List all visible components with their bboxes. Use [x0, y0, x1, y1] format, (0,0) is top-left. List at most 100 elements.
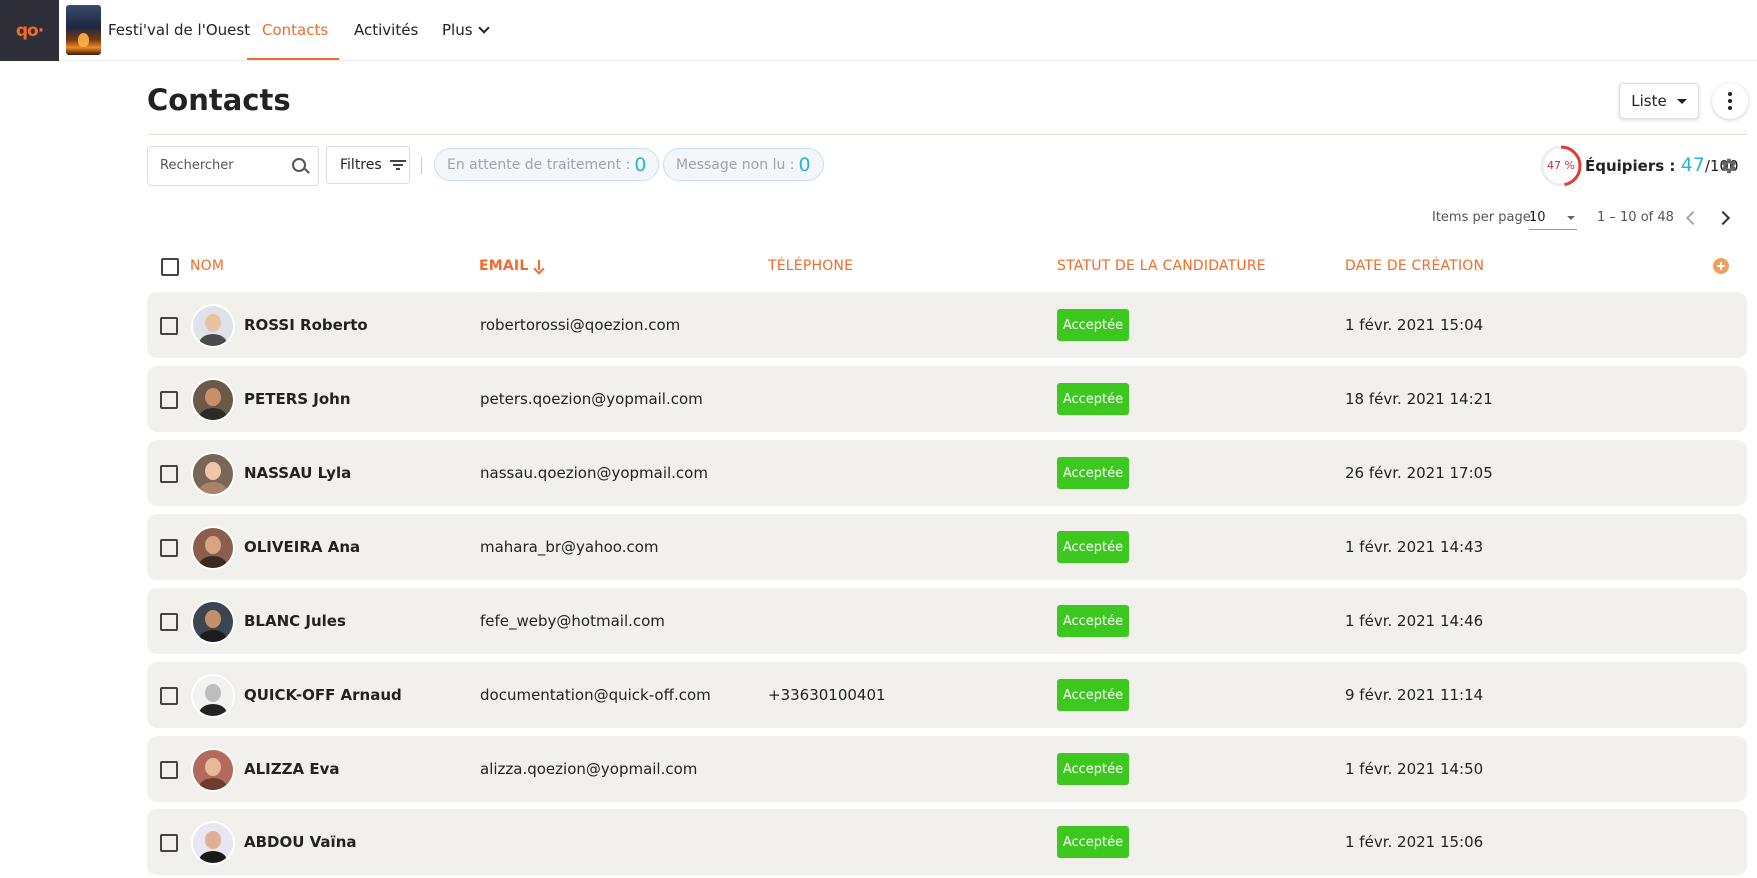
- created-date: 1 févr. 2021 14:50: [1345, 760, 1484, 778]
- row-checkbox[interactable]: [160, 317, 178, 335]
- status-badge: Acceptée: [1057, 753, 1129, 785]
- avatar[interactable]: [191, 674, 235, 718]
- event-thumbnail[interactable]: [66, 5, 101, 55]
- chevron-down-icon: [477, 22, 490, 34]
- contact-phone: +33630100401: [768, 686, 886, 704]
- row-checkbox[interactable]: [160, 465, 178, 483]
- created-date: 18 févr. 2021 14:21: [1345, 390, 1493, 408]
- column-header-name[interactable]: NOM: [190, 258, 224, 274]
- column-header-date[interactable]: DATE DE CRÉATION: [1345, 258, 1484, 274]
- contact-name[interactable]: ALIZZA Eva: [244, 760, 339, 778]
- pending-count: 0: [634, 153, 647, 176]
- nav-activities[interactable]: Activités: [354, 21, 418, 39]
- table-row[interactable]: ABDOU Vaïna Acceptée 1 févr. 2021 15:06: [147, 809, 1747, 875]
- avatar[interactable]: [191, 378, 235, 422]
- created-date: 1 févr. 2021 14:43: [1345, 538, 1484, 556]
- contact-email: peters.qoezion@yopmail.com: [480, 390, 703, 408]
- table-row[interactable]: ALIZZA Eva alizza.qoezion@yopmail.com Ac…: [147, 736, 1747, 802]
- row-checkbox[interactable]: [160, 761, 178, 779]
- row-checkbox[interactable]: [160, 834, 178, 852]
- contact-email: nassau.qoezion@yopmail.com: [480, 464, 708, 482]
- equipment-count: Équipiers : 47/100: [1585, 154, 1739, 176]
- created-date: 26 févr. 2021 17:05: [1345, 464, 1493, 482]
- contact-name[interactable]: ROSSI Roberto: [244, 316, 368, 334]
- created-date: 1 févr. 2021 14:46: [1345, 612, 1484, 630]
- avatar[interactable]: [191, 821, 235, 865]
- column-header-email[interactable]: EMAIL: [479, 258, 544, 274]
- avatar[interactable]: [191, 304, 235, 348]
- contact-name[interactable]: PETERS John: [244, 390, 351, 408]
- table-row[interactable]: BLANC Jules fefe_weby@hotmail.com Accept…: [147, 588, 1747, 654]
- equipment-label: Équipiers :: [1585, 157, 1676, 175]
- row-checkbox[interactable]: [160, 613, 178, 631]
- previous-page-icon[interactable]: [1685, 210, 1701, 226]
- contact-name[interactable]: OLIVEIRA Ana: [244, 538, 360, 556]
- avatar[interactable]: [191, 600, 235, 644]
- status-badge: Acceptée: [1057, 309, 1129, 341]
- search-field[interactable]: [147, 146, 319, 186]
- pending-label: En attente de traitement :: [447, 156, 631, 173]
- nav-active-indicator: [247, 58, 339, 60]
- event-name[interactable]: Festi'val de l'Ouest: [108, 21, 250, 39]
- page-size-value: 10: [1529, 210, 1546, 225]
- search-icon[interactable]: [292, 158, 306, 172]
- app-logo[interactable]: qo·: [0, 0, 59, 61]
- status-badge: Acceptée: [1057, 679, 1129, 711]
- top-navbar: qo· Festi'val de l'Ouest Contacts Activi…: [0, 0, 1757, 61]
- status-badge: Acceptée: [1057, 531, 1129, 563]
- avatar[interactable]: [191, 526, 235, 570]
- status-badge: Acceptée: [1057, 383, 1129, 415]
- row-checkbox[interactable]: [160, 539, 178, 557]
- contact-email: mahara_br@yahoo.com: [480, 538, 659, 556]
- unread-chip[interactable]: Message non lu : 0: [663, 148, 824, 181]
- column-header-phone[interactable]: TÉLÉPHONE: [768, 258, 853, 274]
- nav-contacts[interactable]: Contacts: [262, 21, 328, 39]
- add-column-icon[interactable]: [1713, 258, 1729, 274]
- nav-more[interactable]: Plus: [442, 21, 490, 39]
- created-date: 9 févr. 2021 11:14: [1345, 686, 1484, 704]
- row-checkbox[interactable]: [160, 687, 178, 705]
- next-page-icon[interactable]: [1715, 210, 1731, 226]
- page-size-select[interactable]: 10: [1529, 207, 1577, 230]
- filters-label: Filtres: [340, 157, 382, 173]
- search-input[interactable]: [158, 157, 282, 174]
- caret-down-icon: [1676, 98, 1687, 104]
- equipment-current: 47: [1680, 154, 1705, 176]
- sort-descending-icon: [534, 260, 544, 272]
- status-badge: Acceptée: [1057, 826, 1129, 858]
- contact-email: alizza.qoezion@yopmail.com: [480, 760, 698, 778]
- column-header-status[interactable]: STATUT DE LA CANDIDATURE: [1057, 258, 1266, 274]
- contact-name[interactable]: NASSAU Lyla: [244, 464, 351, 482]
- more-options-button[interactable]: [1712, 83, 1748, 119]
- contact-email: robertorossi@qoezion.com: [480, 316, 681, 334]
- more-vert-icon: [1728, 92, 1732, 96]
- items-per-page-label: Items per page:: [1432, 210, 1536, 225]
- gauge-percent: 47 %: [1547, 159, 1575, 172]
- contact-name[interactable]: BLANC Jules: [244, 612, 346, 630]
- contact-name[interactable]: QUICK-OFF Arnaud: [244, 686, 402, 704]
- unread-count: 0: [798, 153, 811, 176]
- contact-name[interactable]: ABDOU Vaïna: [244, 833, 357, 851]
- table-row[interactable]: OLIVEIRA Ana mahara_br@yahoo.com Accepté…: [147, 514, 1747, 580]
- avatar[interactable]: [191, 748, 235, 792]
- status-badge: Acceptée: [1057, 457, 1129, 489]
- row-checkbox[interactable]: [160, 391, 178, 409]
- contact-email: fefe_weby@hotmail.com: [480, 612, 665, 630]
- toolbar-divider: [421, 157, 422, 174]
- gear-icon[interactable]: [1720, 157, 1738, 175]
- view-mode-select[interactable]: Liste: [1619, 83, 1699, 119]
- contact-email: documentation@quick-off.com: [480, 686, 711, 704]
- view-mode-label: Liste: [1631, 92, 1667, 110]
- table-row[interactable]: PETERS John peters.qoezion@yopmail.com A…: [147, 366, 1747, 432]
- filters-button[interactable]: Filtres: [326, 146, 410, 184]
- column-header-email-label: EMAIL: [479, 258, 529, 274]
- status-badge: Acceptée: [1057, 605, 1129, 637]
- table-row[interactable]: NASSAU Lyla nassau.qoezion@yopmail.com A…: [147, 440, 1747, 506]
- pending-chip[interactable]: En attente de traitement : 0: [434, 148, 660, 181]
- table-row[interactable]: ROSSI Roberto robertorossi@qoezion.com A…: [147, 292, 1747, 358]
- title-divider: [147, 134, 1747, 135]
- nav-more-label: Plus: [442, 21, 473, 39]
- avatar[interactable]: [191, 452, 235, 496]
- table-row[interactable]: QUICK-OFF Arnaud documentation@quick-off…: [147, 662, 1747, 728]
- select-all-checkbox[interactable]: [161, 258, 179, 276]
